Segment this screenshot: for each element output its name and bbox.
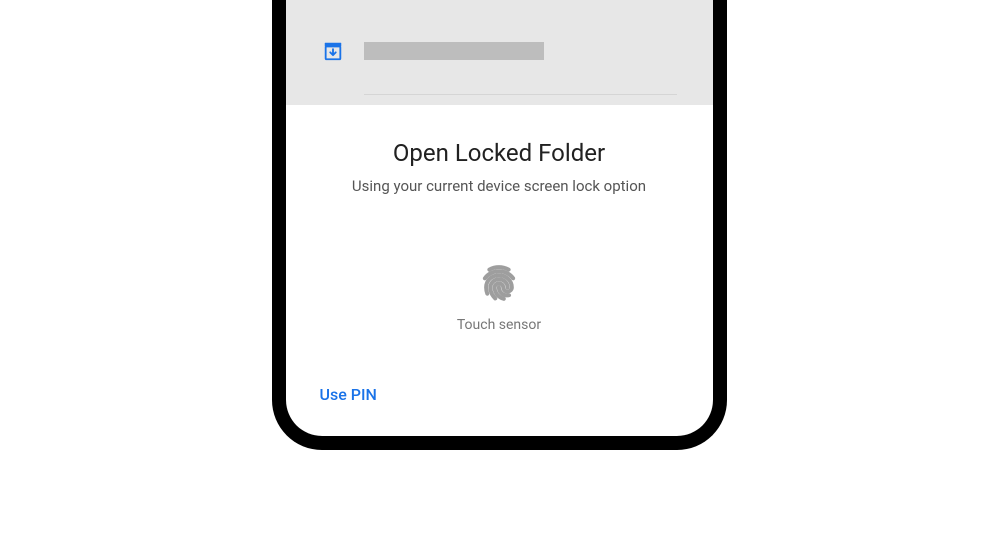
redacted-text [364, 42, 544, 60]
bottom-actions: Use PIN [316, 379, 381, 410]
sheet-subtitle: Using your current device screen lock op… [286, 177, 713, 195]
touch-sensor-label: Touch sensor [457, 317, 541, 333]
fingerprint-sensor[interactable]: Touch sensor [286, 263, 713, 333]
archive-download-icon [322, 40, 344, 62]
fingerprint-icon [479, 263, 519, 303]
phone-frame: Open Locked Folder Using your current de… [272, 0, 727, 450]
divider [364, 94, 677, 95]
phone-screen: Open Locked Folder Using your current de… [286, 0, 713, 436]
list-item [322, 40, 677, 62]
background-content [286, 0, 713, 105]
sheet-title: Open Locked Folder [286, 139, 713, 167]
use-pin-button[interactable]: Use PIN [316, 379, 381, 410]
auth-sheet: Open Locked Folder Using your current de… [286, 105, 713, 333]
